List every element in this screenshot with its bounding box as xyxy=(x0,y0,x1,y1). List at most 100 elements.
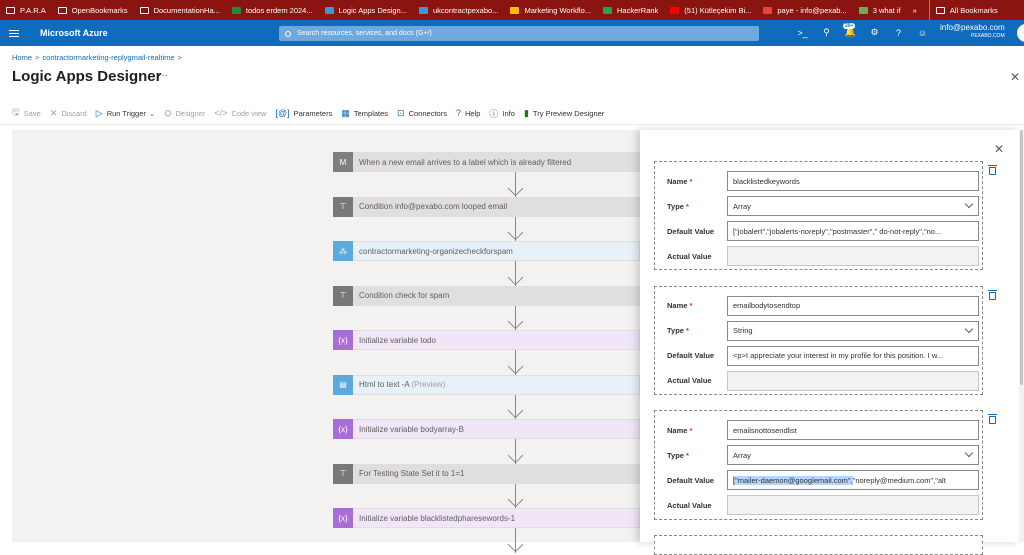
bookmark-item[interactable]: paye - info@pexab... xyxy=(757,0,852,20)
default-value-input[interactable]: ["jobalert","jobalerts-noreply","postmas… xyxy=(727,221,979,241)
scrollbar-thumb[interactable] xyxy=(1020,130,1023,385)
avatar[interactable] xyxy=(1017,24,1024,42)
bookmark-item[interactable]: P.A.R.A xyxy=(0,0,52,20)
feedback-icon[interactable]: ☺ xyxy=(917,27,928,38)
azure-brand[interactable]: Microsoft Azure xyxy=(40,28,108,38)
breadcrumb-separator: > xyxy=(35,53,40,62)
actual-value-input[interactable] xyxy=(727,495,979,515)
parameter-type-select[interactable]: Array xyxy=(727,445,979,465)
trash-body xyxy=(989,291,996,300)
workflow-step[interactable]: ⁂ contractormarketing-organizecheckforspa… xyxy=(333,241,640,261)
workflow-step[interactable]: ⊤ Condition check for spam xyxy=(333,285,640,306)
parameter-type-select[interactable]: String xyxy=(727,320,979,341)
default-value-input[interactable]: ["mailer-daemon@googlemail.com", "noreply… xyxy=(727,470,979,490)
info-button[interactable]: ⓘ Info xyxy=(489,107,515,120)
connector-arrow-icon xyxy=(507,180,524,196)
bookmark-item[interactable]: » xyxy=(907,0,923,20)
designer-canvas[interactable]: M When a new email arrives to a label whi… xyxy=(12,130,640,553)
field-value: ["jobalert","jobalerts-noreply","postmas… xyxy=(733,226,942,236)
html-icon: ▤ xyxy=(333,374,353,395)
bookmark-item[interactable]: All Bookmarks xyxy=(928,0,1004,20)
required-marker: * xyxy=(685,450,689,460)
connectors-icon: ⊡ xyxy=(397,107,405,118)
directory-filter-icon[interactable]: ⚲ xyxy=(821,27,832,38)
workflow-step[interactable]: ▤ Html to text -A (Preview) xyxy=(333,374,640,395)
panel-close-icon[interactable]: ✕ xyxy=(994,142,1004,156)
parameter-name-input[interactable]: emailsnottosendlist xyxy=(727,420,979,440)
bookmark-item[interactable]: (51) Kütleçekim Bi... xyxy=(664,0,757,20)
default-value-input[interactable]: <p>I appreciate your interest in my prof… xyxy=(727,345,979,366)
notification-badge: 20+ xyxy=(843,23,856,29)
field-label: Type * xyxy=(667,202,727,211)
panel-scrollbar[interactable] xyxy=(1019,130,1024,542)
designer-button[interactable]: ⛭ Designer xyxy=(164,108,205,119)
field-label-text: Name xyxy=(667,301,688,310)
breadcrumb-resource[interactable]: contractormarketing-replygmail-realtime xyxy=(42,53,174,62)
workflow-step[interactable]: ⊤ For Testing State Set it to 1=1 xyxy=(333,463,640,484)
sheets-icon xyxy=(231,6,241,14)
condition-icon: ⊤ xyxy=(333,285,353,306)
workflow-step[interactable]: {x} Initialize variable bodyarray-B xyxy=(333,419,640,439)
step-title: Condition check for spam xyxy=(359,291,450,300)
templates-icon: ▦ xyxy=(341,107,350,118)
search-placeholder: Search resources, services, and docs (G+… xyxy=(297,30,432,37)
bookmark-item[interactable]: Marketing Workflo... xyxy=(504,0,597,20)
save-icon: 🖫 xyxy=(12,107,20,117)
code-view-button[interactable]: </> Code view xyxy=(214,108,266,118)
menu-icon[interactable] xyxy=(9,29,19,37)
default-value-text: "noreply@medium.com","alt xyxy=(852,475,946,485)
search-input[interactable]: Search resources, services, and docs (G+… xyxy=(279,26,759,41)
field-label-text: Type xyxy=(667,326,684,335)
user-email: info@pexabo.com xyxy=(940,23,1005,32)
help-button[interactable]: ? Help xyxy=(456,108,480,118)
delete-parameter-icon[interactable] xyxy=(988,289,997,300)
bookmark-label: (51) Kütleçekim Bi... xyxy=(684,5,752,15)
field-label: Default Value xyxy=(667,351,727,360)
bookmark-label: 3 what if xyxy=(872,5,901,15)
actual-value-input[interactable] xyxy=(727,370,979,391)
discard-button[interactable]: ✕ Discard xyxy=(50,108,87,119)
cloud-shell-icon[interactable]: >_ xyxy=(797,27,808,38)
bookmark-item[interactable]: todos erdem 2024... xyxy=(226,0,319,20)
bookmark-item[interactable]: OpenBookmarks xyxy=(52,0,134,20)
run-trigger-button[interactable]: ▷ Run Trigger ⌄ xyxy=(96,108,155,119)
delete-parameter-icon[interactable] xyxy=(988,164,997,175)
parameter-name-input[interactable]: blacklistedkeywords xyxy=(727,171,979,191)
delete-parameter-icon[interactable] xyxy=(988,413,997,424)
parameters-button[interactable]: [@] Parameters xyxy=(275,108,332,118)
parameter-type-select[interactable]: Array xyxy=(727,196,979,216)
account-menu[interactable]: info@pexabo.com PEXABO.COM xyxy=(940,24,1005,39)
try-preview-designer-button[interactable]: ▮ Try Preview Designer xyxy=(524,108,604,119)
breadcrumb-separator: > xyxy=(177,53,182,62)
bookmark-item[interactable]: ukcontractpexabo... xyxy=(413,0,504,20)
bookmark-item[interactable]: DocumentationHa... xyxy=(134,0,226,20)
bookmark-item[interactable]: Logic Apps Design... xyxy=(319,0,413,20)
help-icon[interactable]: ? xyxy=(893,27,904,38)
step-title: When a new email arrives to a label whic… xyxy=(359,157,572,167)
field-label-text: Default Value xyxy=(667,226,715,236)
connectors-button[interactable]: ⊡ Connectors xyxy=(397,108,447,119)
breadcrumb-home[interactable]: Home xyxy=(12,53,32,62)
templates-button[interactable]: ▦ Templates xyxy=(341,108,388,119)
close-icon[interactable]: ✕ xyxy=(1010,70,1020,84)
field-value: Array xyxy=(733,201,751,211)
workflow-step[interactable]: ⊤ Condition info@pexabo.com looped email xyxy=(333,196,640,217)
workflow-step[interactable]: {x} Initialize variable blacklistedphares… xyxy=(333,508,640,528)
workflow-step[interactable]: {x} Initialize variable todo xyxy=(333,330,640,350)
command-label: Run Trigger xyxy=(106,108,146,118)
parameter-field-row: Name * emailsnottosendlist xyxy=(667,420,979,440)
step-label: When a new email arrives to a label whic… xyxy=(359,158,571,167)
azure-top-bar: Microsoft Azure Search resources, servic… xyxy=(0,20,1024,46)
workflow-step[interactable]: M When a new email arrives to a label whi… xyxy=(333,152,640,172)
parameter-name-input[interactable]: emailbodytosendtop xyxy=(727,295,979,316)
required-marker: * xyxy=(685,201,689,211)
parameter-field-row: Default Value ["mailer-daemon@googlemail.… xyxy=(667,470,979,490)
trash-body xyxy=(989,167,996,175)
field-label-text: Type xyxy=(667,450,684,460)
bookmark-item[interactable]: 3 what if xyxy=(853,0,907,20)
bookmark-item[interactable]: HackerRank xyxy=(597,0,664,20)
settings-icon[interactable]: ⚙ xyxy=(869,27,880,38)
save-button[interactable]: 🖫 Save xyxy=(12,105,41,121)
more-options-icon[interactable]: ··· xyxy=(158,70,168,81)
actual-value-input[interactable] xyxy=(727,246,979,266)
